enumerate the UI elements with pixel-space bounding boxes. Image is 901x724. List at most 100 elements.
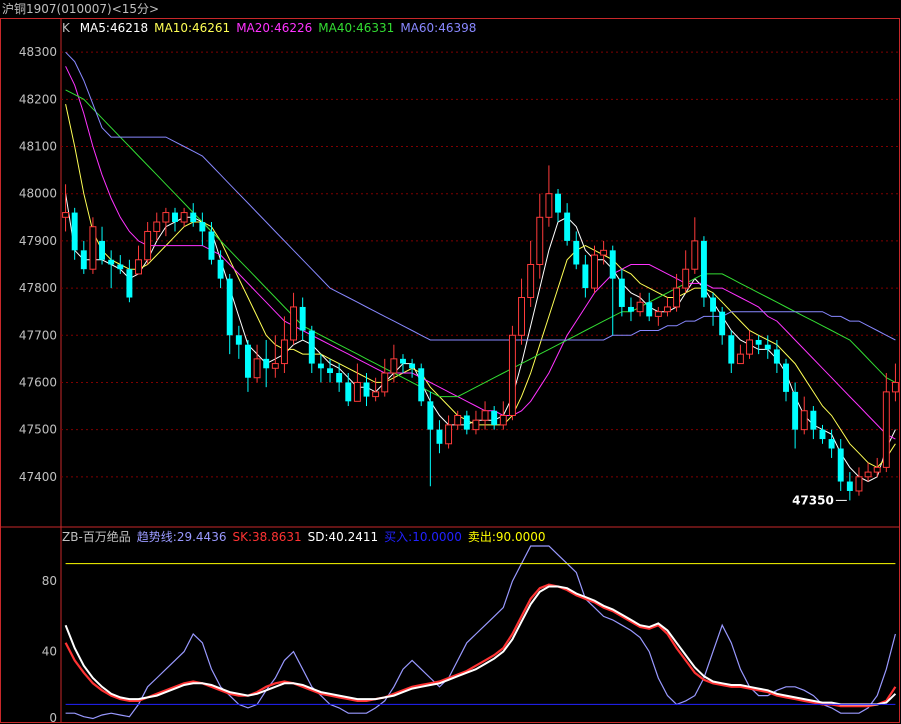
price-tick-label: 48300 — [19, 45, 57, 59]
candle-body-up — [800, 410, 808, 431]
candle-body-down — [308, 330, 315, 364]
candle-body-up — [736, 353, 744, 365]
candle-body-up — [62, 212, 70, 218]
candle-body-down — [491, 410, 498, 425]
candle-body-up — [518, 297, 526, 336]
candle-body-down — [235, 335, 242, 345]
candle-body-down — [400, 358, 406, 364]
candle-body-up — [280, 339, 288, 365]
candle-body-down — [226, 278, 233, 336]
candle-body-down — [172, 212, 178, 223]
candle-body-down — [646, 302, 653, 317]
candle-body-down — [427, 401, 434, 430]
price-tick-label: 47700 — [19, 328, 57, 342]
candle-body-up — [654, 311, 662, 317]
candle-body-down — [609, 250, 616, 279]
candle-body-down — [828, 439, 835, 449]
price-tick-label: 47900 — [19, 234, 57, 248]
candle-body-up — [891, 381, 899, 393]
candle-body-down — [80, 250, 87, 270]
indicator-tick-label: 80 — [42, 574, 57, 588]
candle-body-up — [591, 254, 598, 289]
candle-body-down — [755, 339, 762, 345]
candle-body-down — [819, 429, 826, 440]
candle-body-down — [463, 415, 470, 430]
price-tick-label: 47600 — [19, 375, 57, 389]
candle-body-down — [628, 306, 634, 312]
candle-body-down — [345, 382, 352, 402]
candle-body-up — [499, 414, 507, 426]
candle-body-up — [873, 466, 881, 473]
candle-body-up — [381, 372, 389, 393]
candle-body-down — [773, 349, 780, 364]
candle-body-up — [390, 358, 398, 374]
price-tick-label: 47800 — [19, 281, 57, 295]
indicator-line-1 — [64, 583, 897, 708]
candle-body-up — [144, 230, 152, 261]
ma-line-ma10 — [65, 103, 896, 469]
candle-body-up — [372, 391, 380, 398]
candle-body-up — [153, 221, 161, 232]
candle-body-down — [327, 368, 333, 374]
chart-canvas[interactable]: 47400 47500 47600 47700 47800 47900 48000 48100… — [0, 0, 901, 724]
price-tick-label: 47400 — [19, 470, 57, 484]
candle-body-up — [472, 419, 480, 431]
candle-body-down — [208, 231, 215, 260]
candle-body-down — [719, 311, 726, 336]
candle-body-up — [663, 306, 671, 313]
candle-body-up — [536, 216, 544, 265]
candle-body-down — [792, 391, 799, 430]
candle-body-up — [180, 212, 188, 223]
candle-body-down — [573, 240, 580, 265]
candle-body-up — [636, 301, 644, 313]
candle-body-up — [673, 287, 681, 308]
min-price-label: 47350 — [792, 493, 834, 507]
candle-body-down — [99, 240, 106, 260]
candle-body-up — [691, 240, 699, 270]
candle-body-up — [545, 193, 553, 218]
price-tick-label: 48100 — [19, 140, 57, 154]
candle-body-up — [135, 259, 142, 275]
candle-body-up — [508, 334, 516, 416]
candle-body-down — [117, 264, 124, 270]
candle-body-down — [846, 481, 853, 491]
candle-body-up — [445, 424, 453, 445]
candle-body-up — [290, 306, 298, 341]
price-tick-label: 48000 — [19, 187, 57, 201]
candle-body-down — [190, 212, 197, 223]
candle-body-down — [363, 382, 370, 397]
price-tick-label: 47500 — [19, 423, 57, 437]
candle-body-up — [855, 476, 863, 492]
ma-line-ma5 — [65, 193, 896, 483]
candle-body-down — [71, 212, 78, 251]
ma-line-ma60 — [65, 51, 896, 341]
candle-body-up — [864, 471, 872, 478]
candle-body-down — [700, 240, 707, 298]
candle-body-down — [837, 448, 844, 482]
candle-body-up — [454, 414, 462, 426]
candle-body-down — [199, 222, 206, 232]
candle-body-down — [217, 259, 224, 279]
candle-body-up — [682, 268, 690, 289]
indicator-line-2 — [64, 585, 897, 706]
ma-line-ma40 — [65, 89, 896, 398]
candle-body-down — [618, 278, 625, 307]
candle-body-down — [244, 344, 251, 378]
candle-body-up — [746, 339, 753, 355]
candle-body-down — [783, 363, 789, 392]
indicator-tick-label: 0 — [49, 711, 57, 724]
candle-body-up — [882, 391, 890, 468]
candle-body-down — [418, 368, 425, 402]
candle-body-up — [600, 249, 608, 256]
candle-body-down — [564, 212, 571, 241]
candle-body-down — [555, 193, 561, 213]
candle-body-down — [299, 306, 306, 331]
candle-body-down — [810, 410, 817, 430]
candle-body-down — [263, 358, 270, 369]
candle-body-down — [126, 269, 133, 298]
candle-body-down — [710, 297, 717, 312]
ma-line-ma20 — [65, 66, 896, 440]
indicator-tick-label: 40 — [42, 645, 57, 659]
candle-body-down — [582, 264, 589, 289]
candle-body-down — [764, 344, 771, 350]
